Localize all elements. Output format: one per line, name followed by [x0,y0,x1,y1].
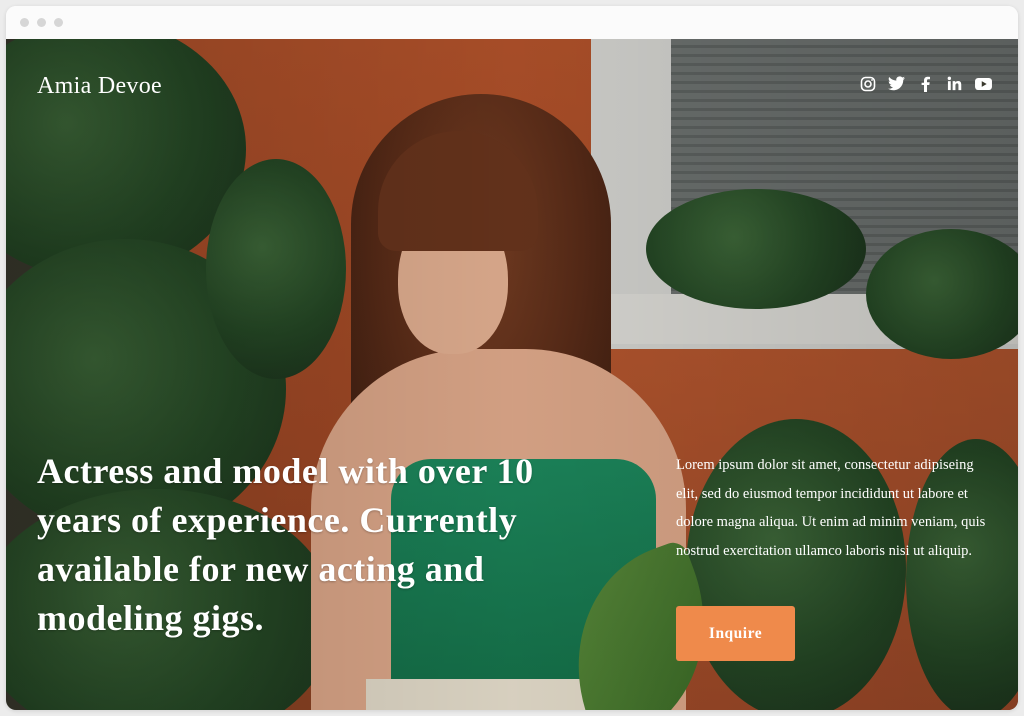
site-brand[interactable]: Amia Devoe [37,73,162,100]
window-dot-close[interactable] [20,18,29,27]
hero-section: Amia Devoe Actress and model with over 1… [6,39,1018,710]
youtube-icon[interactable] [975,75,992,92]
browser-window: Amia Devoe Actress and model with over 1… [6,6,1018,710]
inquire-button[interactable]: Inquire [676,606,795,661]
window-dot-minimize[interactable] [37,18,46,27]
social-links [859,75,992,92]
twitter-icon[interactable] [888,75,905,92]
hero-headline: Actress and model with over 10 years of … [37,451,534,638]
window-dot-maximize[interactable] [54,18,63,27]
hero-description: Lorem ipsum dolor sit amet, consectetur … [676,457,986,559]
linkedin-icon[interactable] [946,75,963,92]
facebook-icon[interactable] [917,75,934,92]
instagram-icon[interactable] [859,75,876,92]
browser-chrome [6,6,1018,40]
